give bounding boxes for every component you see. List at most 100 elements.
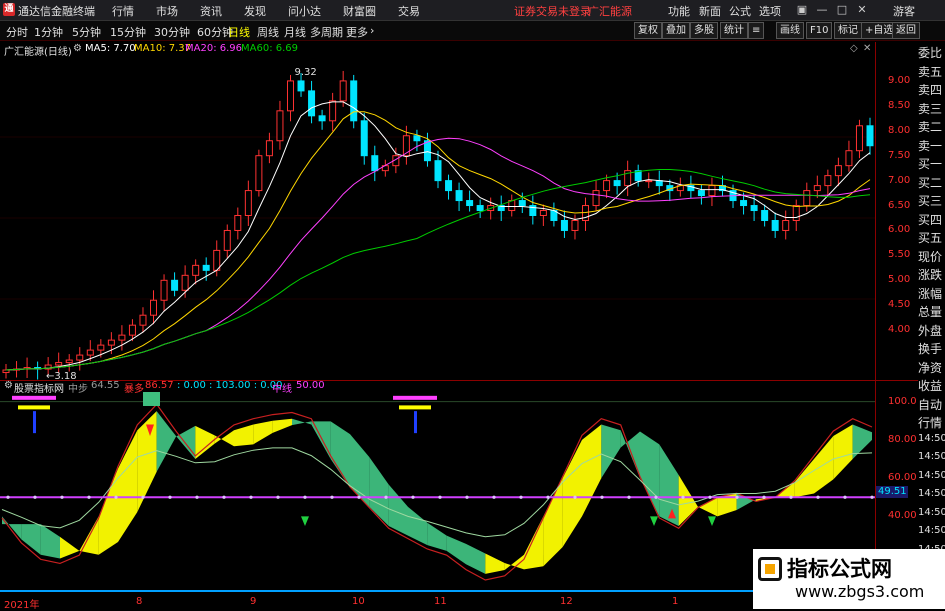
mid-line-dot bbox=[465, 495, 469, 499]
side-panel-item[interactable]: 自动 bbox=[918, 396, 945, 413]
side-panel-item: 外盘 bbox=[918, 323, 943, 338]
tab-more[interactable]: 更多 bbox=[346, 24, 368, 40]
expand-icon[interactable]: ◇ bbox=[850, 43, 858, 54]
stats-button[interactable]: 统计 bbox=[720, 22, 748, 39]
side-panel-item[interactable]: 14:50 bbox=[918, 433, 945, 444]
rising-band bbox=[253, 420, 273, 445]
mid-line-dot bbox=[870, 495, 874, 499]
tab-5min[interactable]: 5分钟 bbox=[72, 24, 101, 40]
tab-monthly[interactable]: 月线 bbox=[284, 24, 306, 40]
ma-info-bar: 广汇能源(日线) ⚙ MA5: 7.70 MA10: 7.37 MA20: 6.… bbox=[0, 42, 875, 58]
tab-1min[interactable]: 1分钟 bbox=[34, 24, 63, 40]
side-panel-item[interactable]: 14:50 bbox=[918, 470, 945, 481]
settings-icon[interactable]: ⚙ bbox=[73, 43, 82, 54]
mid-line-dot bbox=[843, 495, 847, 499]
menu-item-news[interactable]: 资讯 bbox=[200, 3, 222, 19]
candle-body bbox=[560, 219, 568, 231]
menu-item-market[interactable]: 市场 bbox=[156, 3, 178, 19]
menu-item-quotes[interactable]: 行情 bbox=[112, 3, 134, 19]
menu-formula[interactable]: 公式 bbox=[729, 3, 751, 19]
menu-bar: 通 通达信金融终端 行情 市场 资讯 发现 问小达 财富圈 交易 证券交易未登录… bbox=[0, 0, 945, 21]
candle-body bbox=[423, 140, 431, 162]
tab-daily[interactable]: 日线 bbox=[228, 24, 250, 40]
chevron-right-icon[interactable]: › bbox=[370, 24, 374, 37]
price-tick: 4.00 bbox=[888, 324, 911, 336]
mid-line-dot bbox=[87, 495, 91, 499]
date-axis: 2021年 8 9 10 11 12 1 2 bbox=[0, 595, 875, 611]
candle-body bbox=[792, 205, 800, 221]
falling-band bbox=[427, 522, 447, 551]
f10-button[interactable]: F10 bbox=[806, 22, 833, 39]
price-tick: 4.50 bbox=[888, 299, 911, 311]
candle-body bbox=[592, 190, 600, 207]
menu-item-discover[interactable]: 发现 bbox=[244, 3, 266, 19]
mid-line-dot bbox=[438, 495, 442, 499]
tab-weekly[interactable]: 周线 bbox=[257, 24, 279, 40]
main-candlestick-chart[interactable]: 9.32 ←3.18 bbox=[0, 56, 875, 380]
mid-line-dot bbox=[708, 495, 712, 499]
mark-button[interactable]: 标记 bbox=[834, 22, 862, 39]
ma60-value: MA60: 6.69 bbox=[241, 43, 299, 54]
tab-timeshare[interactable]: 分时 bbox=[6, 24, 28, 40]
price-tick: 5.00 bbox=[888, 274, 911, 286]
guest-label[interactable]: 游客 bbox=[893, 3, 915, 19]
axis-separator bbox=[875, 42, 876, 595]
tab-30min[interactable]: 30分钟 bbox=[154, 24, 190, 40]
menu-function[interactable]: 功能 bbox=[668, 3, 690, 19]
falling-band bbox=[369, 457, 389, 526]
candle-body bbox=[434, 160, 442, 182]
side-panel-item[interactable]: 14:50 bbox=[918, 507, 945, 518]
side-panel-item[interactable]: 14:50 bbox=[918, 451, 945, 462]
mid-line-dot bbox=[330, 495, 334, 499]
ma60-line bbox=[5, 169, 871, 371]
menu-icon[interactable]: ≡ bbox=[748, 22, 765, 39]
x-tick: 12 bbox=[560, 596, 573, 607]
candle-body bbox=[223, 229, 231, 251]
draw-line-button[interactable]: 画线 bbox=[776, 22, 804, 39]
close-icon[interactable]: ✕ bbox=[852, 2, 872, 17]
back-button[interactable]: 返回 bbox=[892, 22, 920, 39]
mid-line-dot bbox=[195, 495, 199, 499]
menu-item-assistant[interactable]: 问小达 bbox=[288, 3, 321, 19]
candle-body bbox=[866, 125, 874, 147]
mid-line-dot bbox=[276, 495, 280, 499]
indicator-chart[interactable] bbox=[0, 392, 875, 593]
mid-line-dot bbox=[60, 495, 64, 499]
signal-flag-stem bbox=[414, 411, 417, 434]
signal-flag-top bbox=[393, 395, 437, 400]
adjust-button[interactable]: 复权 bbox=[634, 22, 662, 39]
falling-band bbox=[640, 431, 660, 517]
menu-new-page[interactable]: 新面 bbox=[699, 3, 721, 19]
indicator-settings-icon[interactable]: ⚙ bbox=[4, 380, 13, 391]
maximize-icon[interactable]: □ bbox=[832, 2, 852, 17]
lock-icon[interactable]: ▣ bbox=[792, 2, 812, 17]
overlay-button[interactable]: 叠加 bbox=[662, 22, 690, 39]
multi-stock-button[interactable]: 多股 bbox=[690, 22, 718, 39]
minimize-icon[interactable]: — bbox=[812, 2, 832, 17]
candle-body bbox=[413, 135, 421, 142]
indicator-marker: 49.51 bbox=[876, 486, 908, 498]
candle-body bbox=[107, 339, 115, 346]
candle-body bbox=[65, 359, 73, 364]
side-panel-item[interactable]: 14:50 bbox=[918, 488, 945, 499]
candle-body bbox=[118, 334, 126, 341]
side-panel-item: 买三 bbox=[918, 194, 943, 208]
mid-line-dot bbox=[249, 495, 253, 499]
side-panel-item[interactable]: 14:50 bbox=[918, 525, 945, 536]
menu-item-wealth[interactable]: 财富圈 bbox=[343, 3, 376, 19]
side-panel-item: 卖二 bbox=[918, 120, 943, 134]
tab-multi-period[interactable]: 多周期 bbox=[310, 24, 343, 40]
tab-15min[interactable]: 15分钟 bbox=[110, 24, 146, 40]
candle-body bbox=[539, 210, 547, 217]
candle-body bbox=[813, 185, 821, 192]
menu-options[interactable]: 选项 bbox=[759, 3, 781, 19]
candle-body bbox=[244, 190, 252, 217]
side-panel-item[interactable]: 行情 bbox=[918, 414, 945, 431]
signal-flag-top bbox=[12, 395, 56, 400]
login-warning[interactable]: 证券交易未登录 bbox=[514, 3, 591, 19]
close-panel-icon[interactable]: ✕ bbox=[863, 43, 871, 54]
menu-item-trade[interactable]: 交易 bbox=[398, 3, 420, 19]
mid-line-dot bbox=[546, 495, 550, 499]
mid-line-dot bbox=[357, 495, 361, 499]
mid-line-dot bbox=[6, 495, 10, 499]
